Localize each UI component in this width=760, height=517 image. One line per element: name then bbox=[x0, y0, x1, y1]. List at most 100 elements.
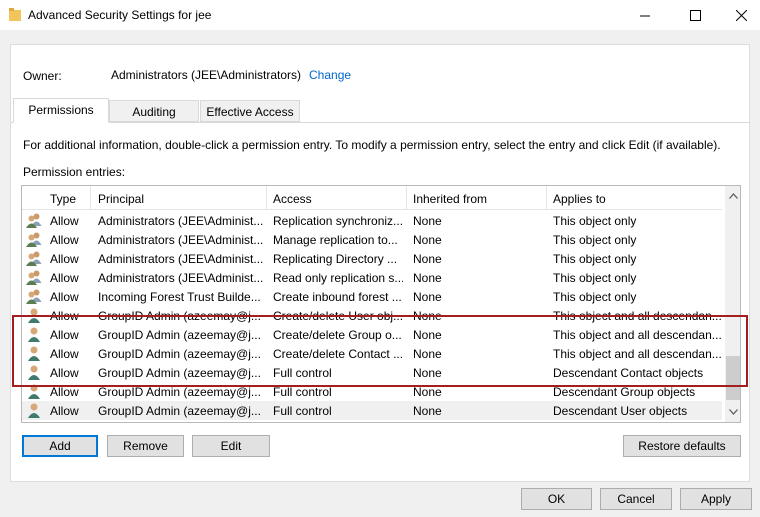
permission-entries-label: Permission entries: bbox=[23, 165, 126, 179]
minimize-button[interactable] bbox=[622, 0, 668, 30]
owner-value: Administrators (JEE\Administrators) bbox=[111, 68, 302, 82]
column-divider[interactable] bbox=[266, 186, 267, 210]
user-icon bbox=[25, 364, 43, 381]
cell-access: Create/delete Contact ... bbox=[273, 347, 403, 361]
close-icon bbox=[735, 9, 747, 21]
column-divider[interactable] bbox=[406, 186, 407, 210]
column-header-access[interactable]: Access bbox=[273, 192, 312, 206]
cell-type: Allow bbox=[50, 366, 79, 380]
cell-principal: Administrators (JEE\Administ... bbox=[98, 214, 264, 228]
cell-applies-to: Descendant Group objects bbox=[553, 385, 696, 399]
table-row[interactable]: Allow GroupID Admin (azeemay@j... Create/d… bbox=[22, 325, 722, 344]
tab-effective-access[interactable]: Effective Access bbox=[200, 100, 300, 122]
column-header-principal[interactable]: Principal bbox=[98, 192, 144, 206]
user-icon bbox=[25, 307, 43, 324]
table-row[interactable]: Allow GroupID Admin (azeemay@j... Create/d… bbox=[22, 344, 722, 363]
cell-access: Create/delete User obj... bbox=[273, 309, 403, 323]
add-button[interactable]: Add bbox=[22, 435, 98, 457]
cell-inherited-from: None bbox=[413, 347, 442, 361]
user-icon bbox=[25, 383, 43, 400]
ok-button[interactable]: OK bbox=[521, 488, 592, 510]
cell-inherited-from: None bbox=[413, 309, 442, 323]
cell-principal: GroupID Admin (azeemay@j... bbox=[98, 404, 261, 418]
table-row[interactable]: Allow GroupID Admin (azeemay@j... Full con… bbox=[22, 382, 722, 401]
cell-access: Manage replication to... bbox=[273, 233, 398, 247]
group-icon bbox=[25, 288, 43, 305]
cell-inherited-from: None bbox=[413, 404, 442, 418]
cell-inherited-from: None bbox=[413, 252, 442, 266]
cell-type: Allow bbox=[50, 347, 79, 361]
cell-applies-to: Descendant User objects bbox=[553, 404, 688, 418]
table-row[interactable]: Allow Administrators (JEE\Administ... Read… bbox=[22, 268, 722, 287]
table-row[interactable]: Allow GroupID Admin (azeemay@j... Create/d… bbox=[22, 306, 722, 325]
vertical-scrollbar[interactable] bbox=[725, 186, 740, 422]
title-bar: Advanced Security Settings for jee bbox=[0, 0, 760, 30]
cell-type: Allow bbox=[50, 233, 79, 247]
user-icon bbox=[25, 345, 43, 362]
cell-principal: Administrators (JEE\Administ... bbox=[98, 271, 264, 285]
table-row[interactable]: Allow Incoming Forest Trust Builde... Crea… bbox=[22, 287, 722, 306]
column-header-applies-to[interactable]: Applies to bbox=[553, 192, 606, 206]
maximize-button[interactable] bbox=[672, 0, 718, 30]
cell-principal: GroupID Admin (azeemay@j... bbox=[98, 366, 261, 380]
restore-defaults-button[interactable]: Restore defaults bbox=[623, 435, 741, 457]
cell-type: Allow bbox=[50, 328, 79, 342]
cell-principal: GroupID Admin (azeemay@j... bbox=[98, 328, 261, 342]
scroll-up-button[interactable] bbox=[725, 188, 740, 204]
cell-access: Create/delete Group o... bbox=[273, 328, 402, 342]
group-icon bbox=[25, 212, 43, 229]
table-row[interactable]: Allow Administrators (JEE\Administ... Repl… bbox=[22, 249, 722, 268]
user-icon bbox=[25, 402, 43, 419]
table-row[interactable]: Allow Administrators (JEE\Administ... Mana… bbox=[22, 230, 722, 249]
list-header: Type Principal Access Inherited from App… bbox=[22, 186, 722, 210]
remove-button[interactable]: Remove bbox=[107, 435, 184, 457]
cell-applies-to: This object only bbox=[553, 233, 637, 247]
cell-inherited-from: None bbox=[413, 214, 442, 228]
column-divider[interactable] bbox=[90, 186, 91, 210]
cell-type: Allow bbox=[50, 290, 79, 304]
owner-change-link[interactable]: Change bbox=[309, 68, 351, 82]
cell-access: Full control bbox=[273, 385, 332, 399]
tab-auditing[interactable]: Auditing bbox=[109, 100, 199, 122]
column-divider[interactable] bbox=[546, 186, 547, 210]
table-row[interactable]: Allow GroupID Admin (azeemay@j... Full con… bbox=[22, 363, 722, 382]
cell-access: Replicating Directory ... bbox=[273, 252, 398, 266]
group-icon bbox=[25, 269, 43, 286]
column-header-inherited-from[interactable]: Inherited from bbox=[413, 192, 487, 206]
scroll-thumb[interactable] bbox=[726, 356, 740, 400]
cell-applies-to: This object only bbox=[553, 214, 637, 228]
cell-applies-to: This object only bbox=[553, 271, 637, 285]
cell-type: Allow bbox=[50, 214, 79, 228]
tab-permissions[interactable]: Permissions bbox=[13, 98, 109, 123]
cell-applies-to: This object and all descendan... bbox=[553, 328, 722, 342]
apply-button[interactable]: Apply bbox=[680, 488, 752, 510]
table-row[interactable]: Allow GroupID Admin (azeemay@j... Full con… bbox=[22, 401, 722, 420]
group-icon bbox=[25, 250, 43, 267]
cell-type: Allow bbox=[50, 385, 79, 399]
cell-type: Allow bbox=[50, 309, 79, 323]
chevron-up-icon bbox=[728, 193, 738, 199]
permission-entries-list[interactable]: Type Principal Access Inherited from App… bbox=[21, 185, 741, 423]
folder-icon bbox=[9, 8, 21, 21]
owner-label: Owner: bbox=[23, 69, 62, 83]
cell-inherited-from: None bbox=[413, 366, 442, 380]
chevron-down-icon bbox=[728, 409, 738, 415]
cancel-button[interactable]: Cancel bbox=[600, 488, 672, 510]
cell-applies-to: This object only bbox=[553, 290, 637, 304]
cell-access: Read only replication s... bbox=[273, 271, 403, 285]
table-row[interactable]: Allow Administrators (JEE\Administ... Repl… bbox=[22, 211, 722, 230]
cell-applies-to: This object and all descendan... bbox=[553, 309, 722, 323]
cell-type: Allow bbox=[50, 271, 79, 285]
scroll-down-button[interactable] bbox=[725, 404, 740, 420]
cell-applies-to: This object and all descendan... bbox=[553, 347, 722, 361]
close-button[interactable] bbox=[718, 0, 760, 30]
cell-inherited-from: None bbox=[413, 385, 442, 399]
cell-access: Replication synchroniz... bbox=[273, 214, 403, 228]
column-header-type[interactable]: Type bbox=[50, 192, 76, 206]
group-icon bbox=[25, 231, 43, 248]
cell-principal: GroupID Admin (azeemay@j... bbox=[98, 385, 261, 399]
cell-principal: Administrators (JEE\Administ... bbox=[98, 252, 264, 266]
minimize-icon bbox=[639, 15, 650, 16]
cell-type: Allow bbox=[50, 404, 79, 418]
edit-button[interactable]: Edit bbox=[192, 435, 270, 457]
